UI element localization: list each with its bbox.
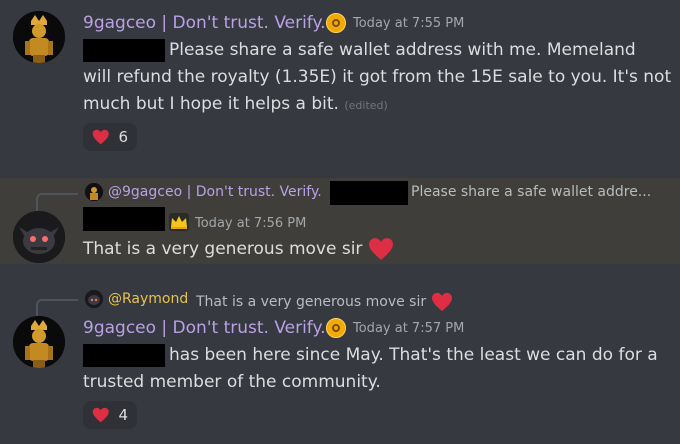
reply-preview-text[interactable]: Please share a safe wallet addre... <box>411 184 651 200</box>
reaction-count: 6 <box>118 128 128 146</box>
message-text-line-3: much but I hope it helps a bit. (edited) <box>83 91 388 119</box>
avatar-9gagceo[interactable] <box>13 316 65 368</box>
reply-author[interactable]: @Raymond <box>108 291 188 307</box>
heart-icon <box>431 292 452 312</box>
message-text: That is a very generous move sir <box>83 236 394 262</box>
edited-label: (edited) <box>344 99 388 112</box>
message-text-line-2: will refund the royalty (1.35E) it got f… <box>83 67 672 87</box>
avatar-raymond[interactable] <box>13 211 65 263</box>
crown-icon <box>169 213 189 231</box>
message-text-line-3-content: much but I hope it helps a bit. <box>83 94 339 114</box>
coin-badge-icon <box>326 318 346 338</box>
redacted-mention <box>83 344 165 367</box>
message-text-content: That is a very generous move sir <box>83 239 363 259</box>
message-1: 9gagceo | Don't trust. Verify. Today at … <box>0 0 680 175</box>
redacted-reply-mention <box>330 181 408 205</box>
heart-icon <box>368 238 393 260</box>
author-name[interactable]: 9gagceo | Don't trust. Verify. <box>83 318 326 338</box>
reply-preview-content: That is a very generous move sir <box>196 294 427 310</box>
reply-preview-text[interactable]: That is a very generous move sir <box>196 292 453 312</box>
reply-spine <box>36 193 78 213</box>
reaction-heart[interactable]: 6 <box>83 123 137 151</box>
coin-badge-icon <box>326 13 346 33</box>
heart-icon <box>92 129 109 145</box>
message-text-line-1: has been here since May. That's the leas… <box>169 345 658 365</box>
message-text-line-1: Please share a safe wallet address with … <box>169 40 636 60</box>
avatar-9gagceo[interactable] <box>13 11 65 63</box>
reply-avatar <box>85 290 103 308</box>
reaction-heart[interactable]: 4 <box>83 401 137 429</box>
reply-author[interactable]: @9gagceo | Don't trust. Verify. <box>108 184 322 200</box>
redacted-author <box>83 207 165 231</box>
message-2: @9gagceo | Don't trust. Verify. Please s… <box>0 178 680 264</box>
message-text-line-2: trusted member of the community. <box>83 372 381 392</box>
reply-avatar <box>85 183 103 201</box>
reaction-count: 4 <box>118 406 128 424</box>
author-name[interactable]: 9gagceo | Don't trust. Verify. <box>83 13 326 33</box>
redacted-mention <box>83 39 165 62</box>
message-3: @Raymond That is a very generous move si… <box>0 283 680 444</box>
heart-icon <box>92 407 109 423</box>
timestamp[interactable]: Today at 7:57 PM <box>353 321 464 336</box>
timestamp[interactable]: Today at 7:55 PM <box>353 16 464 31</box>
timestamp[interactable]: Today at 7:56 PM <box>195 216 306 231</box>
